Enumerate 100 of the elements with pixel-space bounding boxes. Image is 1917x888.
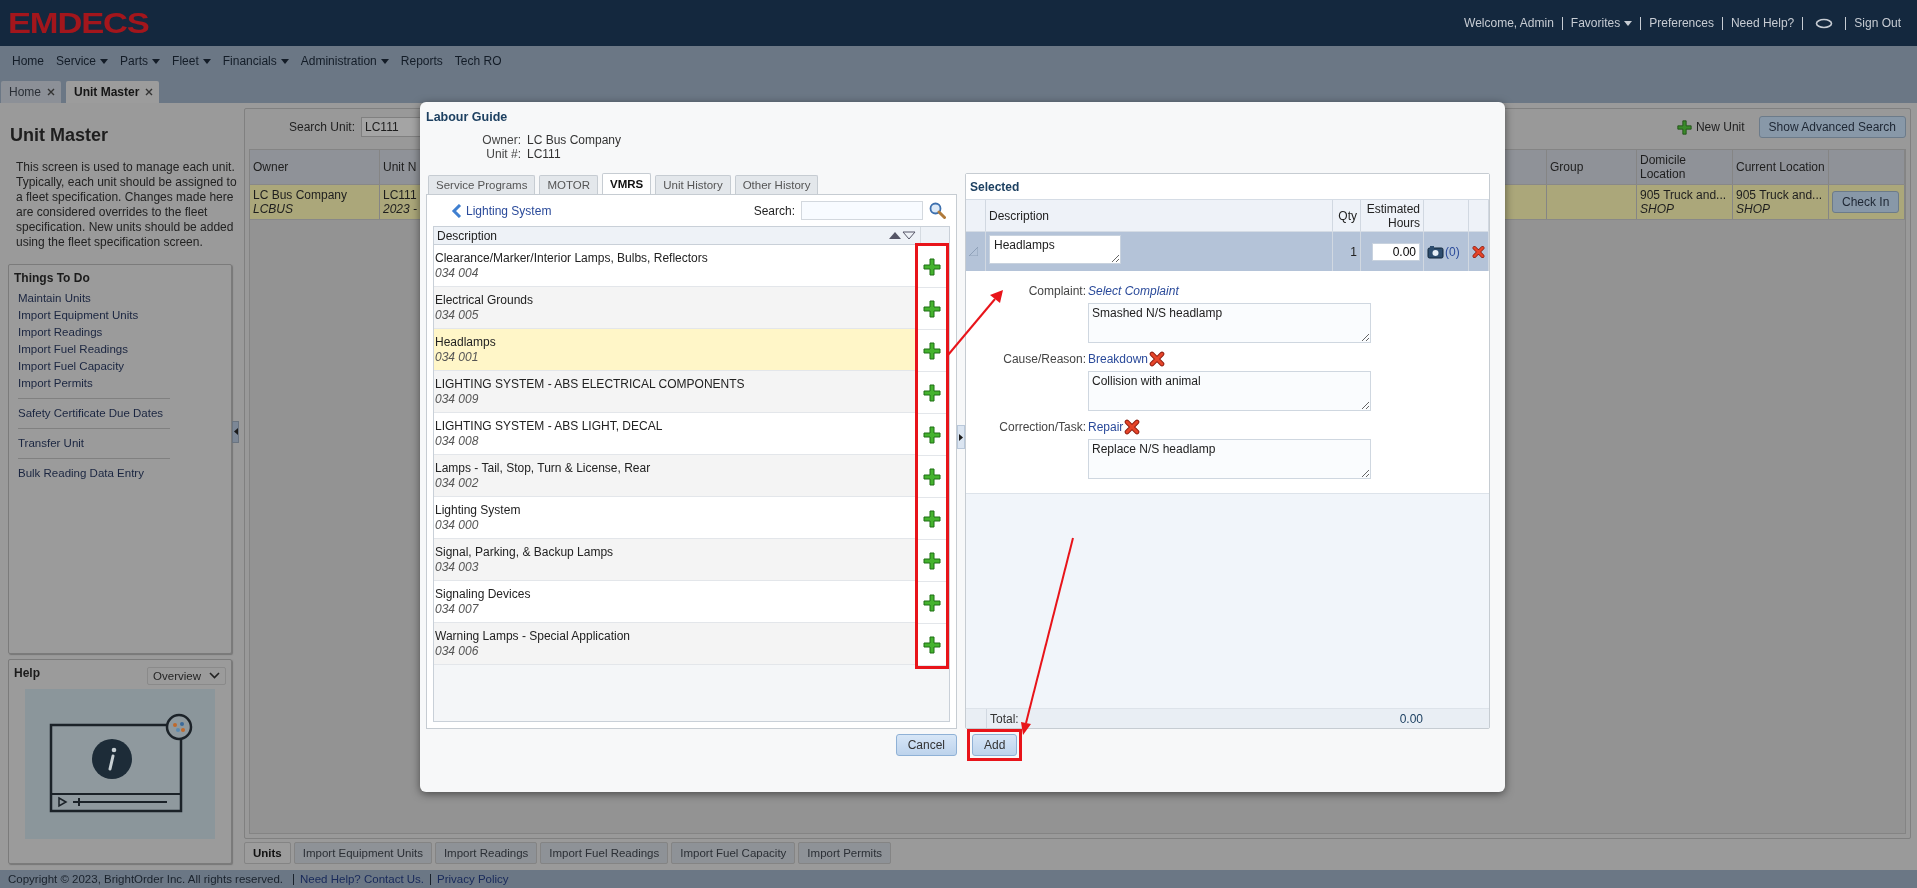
menu-item[interactable]: Service: [48, 54, 113, 68]
dialog-tab[interactable]: Service Programs: [428, 175, 536, 194]
task-link[interactable]: Import Equipment Units: [18, 307, 170, 324]
page-tab[interactable]: Home: [1, 81, 61, 103]
expand-handle[interactable]: [957, 425, 965, 449]
delete-icon[interactable]: [1124, 419, 1141, 435]
add-item-button[interactable]: [918, 624, 946, 666]
close-icon[interactable]: [47, 88, 55, 96]
sort-icon[interactable]: [888, 231, 916, 240]
cell-text: 905 Truck and...: [1736, 188, 1823, 202]
section-tab[interactable]: Import Permits: [798, 842, 892, 864]
preferences-link[interactable]: Preferences: [1640, 16, 1722, 30]
close-icon[interactable]: [145, 88, 154, 96]
sign-out-link[interactable]: Sign Out: [1845, 16, 1909, 30]
list-item[interactable]: Signaling Devices 034 007: [434, 581, 915, 623]
list-item[interactable]: LIGHTING SYSTEM - ABS ELECTRICAL COMPONENTS 034 009: [434, 371, 915, 413]
menu-item[interactable]: Financials: [214, 54, 293, 68]
notes-field[interactable]: Collision with animal: [1088, 371, 1371, 411]
help-topic-select[interactable]: Overview: [147, 666, 226, 685]
picker-link[interactable]: Repair: [1088, 420, 1124, 434]
item-name: Warning Lamps - Special Application: [435, 628, 631, 644]
add-item-button[interactable]: [918, 456, 946, 498]
menu-item[interactable]: Home: [4, 54, 48, 68]
favorites-menu[interactable]: Favorites: [1561, 16, 1641, 30]
menu-item[interactable]: Fleet: [164, 54, 215, 68]
delete-icon[interactable]: [1472, 243, 1485, 260]
dialog-tab[interactable]: Other History: [734, 175, 819, 194]
section-tab[interactable]: Import Fuel Readings: [540, 842, 669, 864]
footer-link[interactable]: Privacy Policy: [430, 873, 515, 885]
add-item-button[interactable]: [918, 246, 946, 288]
menu-item[interactable]: Parts: [112, 54, 165, 68]
task-link[interactable]: Import Fuel Readings: [18, 341, 170, 358]
advanced-search-button[interactable]: Show Advanced Search: [1758, 116, 1906, 138]
oval-icon[interactable]: [1815, 17, 1834, 29]
description-field[interactable]: Headlamps: [989, 235, 1121, 264]
column-header[interactable]: Unit N: [383, 160, 417, 174]
help-link[interactable]: Need Help?: [1721, 16, 1803, 30]
list-item[interactable]: Clearance/Marker/Interior Lamps, Bulbs, Reflectors 034 004: [434, 245, 915, 287]
tab-label: Home: [9, 85, 41, 99]
task-link[interactable]: Bulk Reading Data Entry: [18, 465, 170, 482]
section-tab[interactable]: Units: [244, 842, 291, 864]
section-tab[interactable]: Import Readings: [434, 842, 538, 864]
list-item[interactable]: LIGHTING SYSTEM - ABS LIGHT, DECAL 034 008: [434, 413, 915, 455]
column-header[interactable]: Domicile Location: [1640, 153, 1729, 181]
footer-link[interactable]: Need Help? Contact Us.: [293, 873, 431, 885]
add-item-button[interactable]: [918, 372, 946, 414]
column-header[interactable]: Group: [1550, 160, 1584, 174]
list-item[interactable]: Headlamps 034 001: [434, 329, 915, 371]
add-item-button[interactable]: [918, 540, 946, 582]
task-link[interactable]: Transfer Unit: [18, 435, 170, 452]
list-item[interactable]: Warning Lamps - Special Application 034 006: [434, 623, 915, 665]
photos-link[interactable]: (0): [1427, 244, 1460, 259]
search-field[interactable]: [801, 201, 923, 220]
task-link[interactable]: Import Readings: [18, 324, 170, 341]
list-item[interactable]: Signal, Parking, & Backup Lamps 034 003: [434, 539, 915, 581]
list-item[interactable]: Lamps - Tail, Stop, Turn & License, Rear 034 002: [434, 455, 915, 497]
add-item-button[interactable]: [918, 498, 946, 540]
add-item-button[interactable]: [918, 288, 946, 330]
task-link[interactable]: Maintain Units: [18, 290, 170, 307]
picker-link[interactable]: Breakdown: [1088, 352, 1149, 366]
section-tab[interactable]: Import Equipment Units: [293, 842, 432, 864]
task-link[interactable]: Safety Certificate Due Dates: [18, 405, 170, 422]
task-link[interactable]: Import Permits: [18, 375, 170, 392]
help-thumbnail[interactable]: [25, 689, 215, 839]
page-title: Unit Master: [10, 125, 109, 146]
section-tab[interactable]: Import Fuel Capacity: [671, 842, 796, 864]
add-item-button[interactable]: [918, 330, 946, 372]
column-header[interactable]: Owner: [253, 160, 289, 174]
search-icon[interactable]: [929, 202, 946, 219]
dialog-tab[interactable]: VMRS: [602, 173, 652, 194]
hours-field[interactable]: 0.00: [1372, 242, 1420, 261]
plus-icon: [923, 467, 941, 486]
add-button[interactable]: Add: [972, 734, 1018, 756]
column-header[interactable]: Current Location: [1736, 160, 1825, 174]
picker-link[interactable]: Select Complaint: [1088, 284, 1179, 298]
menu-item[interactable]: Administration: [292, 54, 393, 68]
cancel-button[interactable]: Cancel: [895, 734, 957, 756]
menu-item[interactable]: Tech RO: [446, 54, 506, 68]
field-value: LC111: [527, 147, 562, 161]
notes-field[interactable]: Replace N/S headlamp: [1088, 439, 1371, 479]
back-link[interactable]: Lighting System: [451, 203, 552, 218]
add-item-button[interactable]: [918, 582, 946, 624]
add-item-button[interactable]: [918, 414, 946, 456]
menu-item[interactable]: Reports: [392, 54, 447, 68]
collapse-handle[interactable]: [232, 420, 239, 443]
new-unit-link[interactable]: New Unit: [1676, 119, 1745, 135]
total-value: 0.00: [1398, 710, 1424, 728]
dialog-tab[interactable]: MOTOR: [539, 175, 598, 194]
item-code: 034 006: [435, 643, 480, 659]
task-link[interactable]: Import Fuel Capacity: [18, 358, 170, 375]
page-tab[interactable]: Unit Master: [66, 81, 160, 103]
check-in-button[interactable]: Check In: [1832, 191, 1900, 213]
dialog-tab[interactable]: Unit History: [655, 175, 731, 194]
list-item[interactable]: Electrical Grounds 034 005: [434, 287, 915, 329]
notes-field[interactable]: Smashed N/S headlamp: [1088, 303, 1371, 343]
column-header[interactable]: Description: [437, 228, 498, 243]
delete-icon[interactable]: [1149, 351, 1166, 367]
plus-icon: [923, 551, 941, 570]
list-item[interactable]: Lighting System 034 000: [434, 497, 915, 539]
field-value: LC Bus Company: [527, 133, 622, 147]
